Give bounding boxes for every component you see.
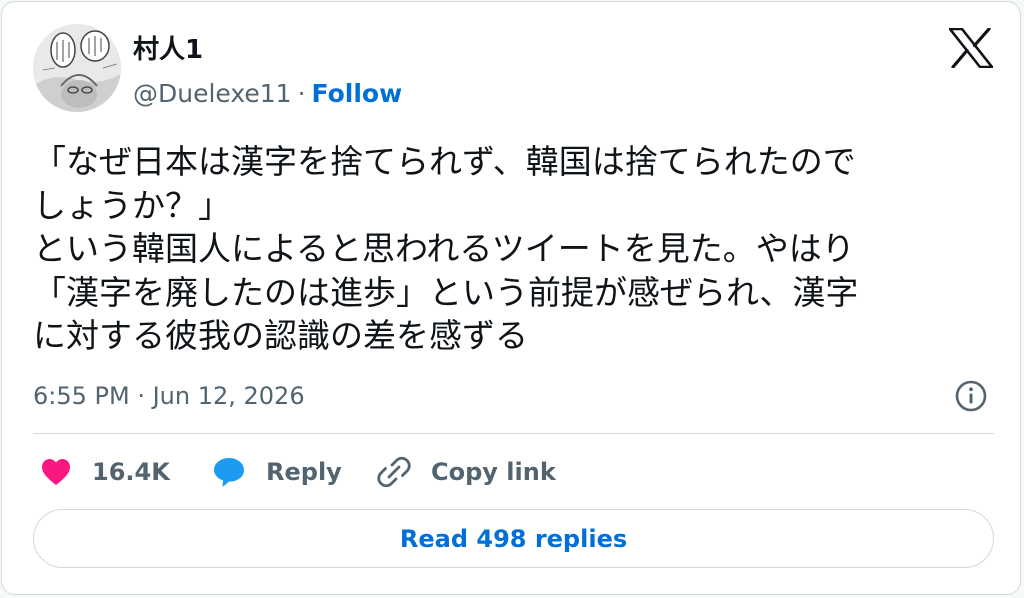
reply-button[interactable]: Reply <box>212 452 342 492</box>
follow-link[interactable]: Follow <box>312 79 403 108</box>
copy-link-label: Copy link <box>431 458 556 486</box>
read-replies-label: Read 498 replies <box>399 524 628 553</box>
heart-icon <box>42 459 70 485</box>
link-icon <box>377 456 411 488</box>
like-button[interactable]: 16.4K <box>40 452 170 492</box>
info-icon[interactable] <box>954 379 988 413</box>
separator-dot: · <box>297 79 306 108</box>
like-count: 16.4K <box>92 458 170 486</box>
post-text-line: 「漢字を廃したのは進歩」という前提が感ぜられ、漢字 <box>33 272 859 312</box>
reply-label: Reply <box>266 458 342 486</box>
post-text: 「なぜ日本は漢字を捨てられず、韓国は捨てられたので しょうか？」という韓国人による… <box>33 140 993 358</box>
display-name[interactable]: 村人1 <box>133 34 203 66</box>
post-text-line: という韓国人によると思われるツイートを見た。やはり <box>33 229 855 268</box>
avatar[interactable] <box>33 24 121 112</box>
user-handle[interactable]: @Duelexe11 <box>133 79 292 108</box>
post-text-line: しょうか？」 <box>33 185 231 225</box>
post-text-line: 「なぜ日本は漢字を捨てられず、韓国は捨てられたので <box>33 142 856 181</box>
read-replies-button[interactable]: Read 498 replies <box>33 509 994 568</box>
reply-bubble-icon <box>214 458 244 487</box>
copy-link-button[interactable]: Copy link <box>377 452 556 492</box>
x-logo-icon[interactable] <box>948 27 994 69</box>
handle-row: @Duelexe11 · Follow <box>133 78 402 110</box>
divider <box>33 433 994 434</box>
embedded-post-card: 村人1 @Duelexe11 · Follow 「なぜ日本は漢字を捨てられず、韓国は… <box>1 1 1021 595</box>
post-timestamp[interactable]: 6:55 PM · Jun 12, 2026 <box>33 380 305 412</box>
post-text-line: に対する彼我の認識の差を感ずる <box>33 316 528 355</box>
avatar-image <box>33 24 121 112</box>
